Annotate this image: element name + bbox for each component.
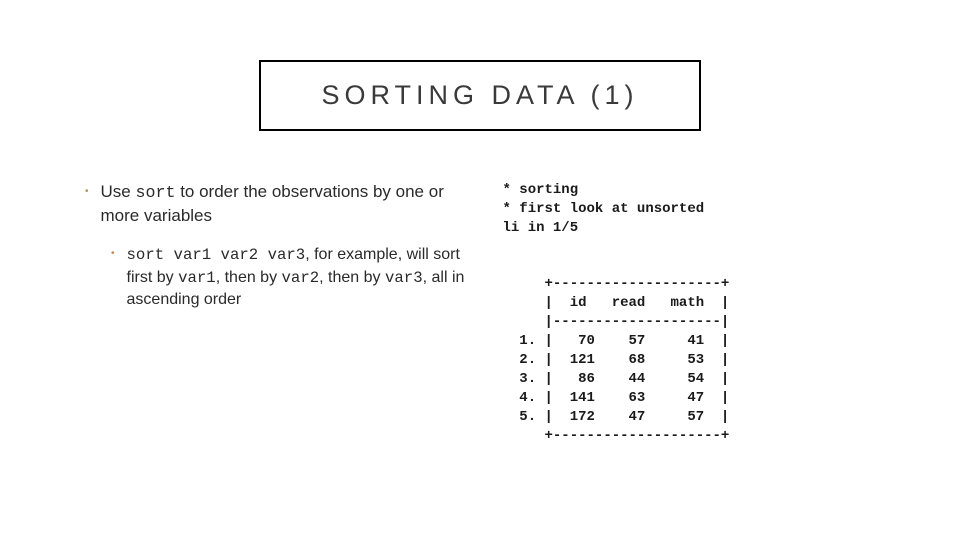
inline-code: sort var1 var2 var3 bbox=[127, 246, 306, 264]
title-box: SORTING DATA (1) bbox=[259, 60, 700, 131]
sub-bullet-text: sort var1 var2 var3, for example, will s… bbox=[127, 244, 473, 310]
bullet-use-sort: • Use sort to order the observations by … bbox=[85, 181, 473, 228]
text-fragment: Use bbox=[101, 182, 136, 201]
content-columns: • Use sort to order the observations by … bbox=[70, 181, 890, 445]
right-column: * sorting * first look at unsorted li in… bbox=[503, 181, 891, 445]
inline-code: var1 bbox=[178, 269, 216, 287]
bullet-dot-icon: • bbox=[85, 181, 89, 228]
inline-code: var2 bbox=[282, 269, 320, 287]
sub-bullet-sort-example: • sort var1 var2 var3, for example, will… bbox=[111, 244, 473, 310]
inline-code: var3 bbox=[385, 269, 423, 287]
bullet-text: Use sort to order the observations by on… bbox=[101, 181, 473, 228]
slide-title: SORTING DATA (1) bbox=[321, 80, 638, 111]
left-column: • Use sort to order the observations by … bbox=[70, 181, 473, 445]
text-fragment: , then by bbox=[216, 269, 282, 286]
bullet-dot-icon: • bbox=[111, 244, 115, 310]
slide: SORTING DATA (1) • Use sort to order the… bbox=[0, 0, 960, 540]
inline-code: sort bbox=[135, 184, 175, 203]
text-fragment: , then by bbox=[319, 269, 385, 286]
stata-output: * sorting * first look at unsorted li in… bbox=[503, 181, 891, 445]
